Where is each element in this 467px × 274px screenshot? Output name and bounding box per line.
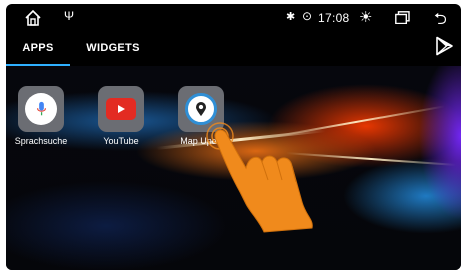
location-icon: ⊙ xyxy=(302,9,313,23)
youtube-icon xyxy=(106,98,136,120)
clock: 17:08 xyxy=(318,11,350,25)
app-sprachsuche[interactable]: Sprachsuche xyxy=(6,86,76,146)
brightness-icon[interactable]: ☀ xyxy=(359,8,372,26)
tab-widgets[interactable]: WIDGETS xyxy=(76,40,150,66)
tab-bar: APPS WIDGETS xyxy=(6,40,461,66)
bluetooth-icon: ✱ xyxy=(286,11,296,23)
tab-apps[interactable]: APPS xyxy=(6,40,70,66)
back-icon[interactable]: ⮌ xyxy=(434,8,447,35)
head-unit-screen: Ψ ✱ ⊙ 17:08 ☀ ⮌ APPS WIDGETS Sprachsuche… xyxy=(6,4,461,270)
status-bar: Ψ ✱ ⊙ 17:08 ☀ ⮌ xyxy=(6,4,461,32)
app-tile xyxy=(18,86,64,132)
app-label: YouTube xyxy=(103,136,139,146)
app-youtube[interactable]: YouTube xyxy=(86,86,156,146)
microphone-icon xyxy=(25,93,57,125)
play-store-icon[interactable] xyxy=(434,36,454,56)
recent-apps-icon[interactable] xyxy=(395,11,410,24)
app-tile xyxy=(98,86,144,132)
app-label: Sprachsuche xyxy=(14,136,68,146)
pointing-hand-icon xyxy=(206,122,313,233)
usb-icon: Ψ xyxy=(64,9,75,23)
home-icon[interactable] xyxy=(24,9,42,27)
